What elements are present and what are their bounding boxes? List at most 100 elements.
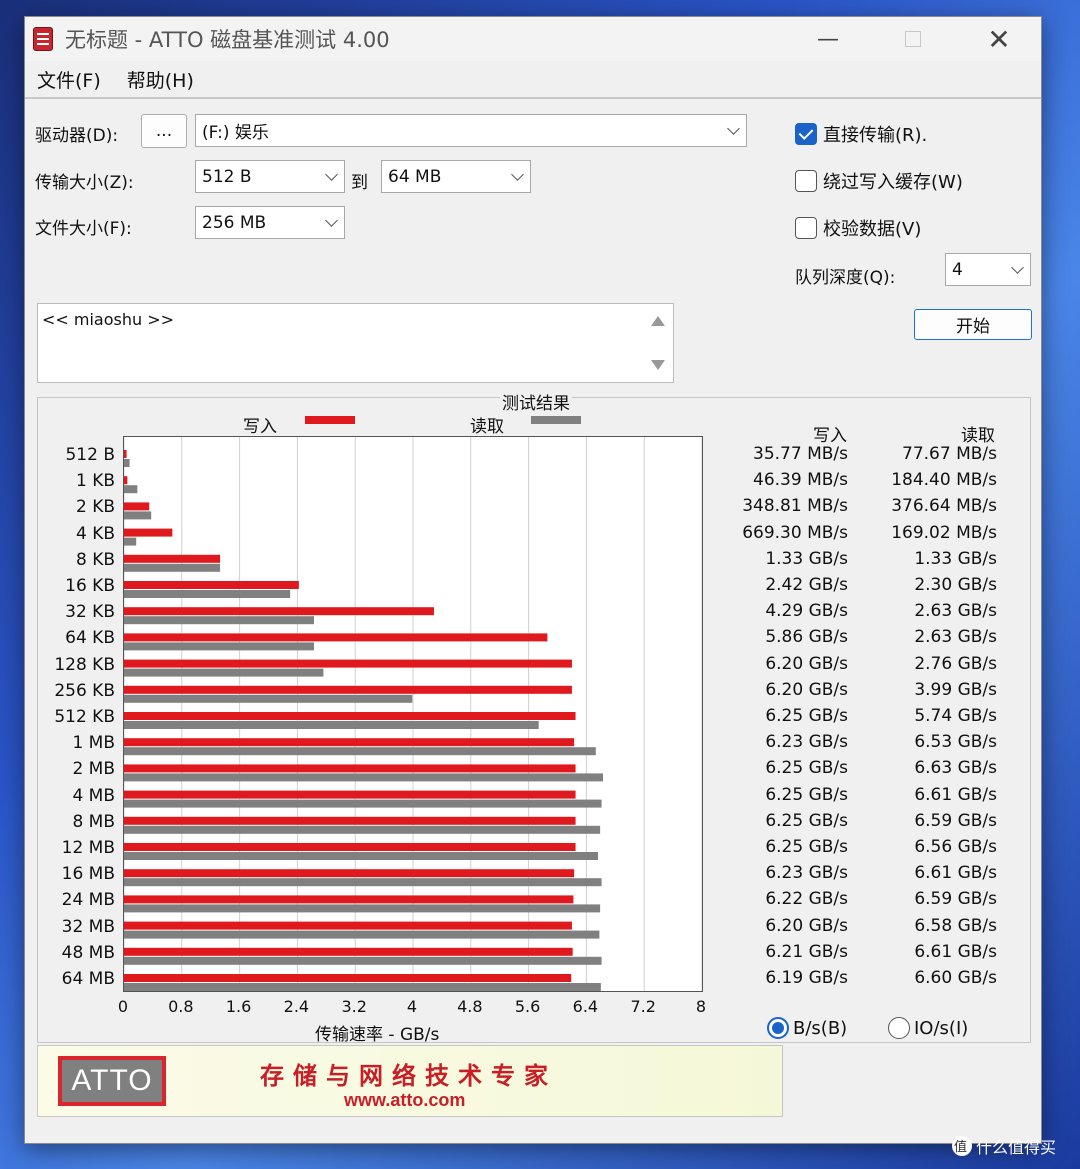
- bypass-cache-checkbox[interactable]: [795, 170, 817, 192]
- x-tick-label: 5.6: [514, 997, 541, 1016]
- file-size-label: 文件大小(F):: [35, 219, 132, 239]
- write-value: 46.39 MB/s: [753, 470, 848, 491]
- write-value: 1.33 GB/s: [765, 548, 848, 569]
- minimize-button[interactable]: —: [800, 17, 856, 61]
- iops-option[interactable]: IO/s(I): [888, 1017, 968, 1039]
- start-button[interactable]: 开始: [914, 309, 1032, 340]
- results-title: 测试结果: [500, 389, 572, 414]
- menu-bar: 文件(F) 帮助(H): [25, 61, 1041, 99]
- x-tick-label: 4: [406, 997, 418, 1016]
- maximize-button[interactable]: [885, 17, 941, 61]
- verify-data-option[interactable]: 校验数据(V): [795, 215, 921, 241]
- write-bar-512kb: [124, 712, 576, 720]
- transfer-from-select[interactable]: 512 B: [195, 160, 345, 193]
- write-bar-64mb: [124, 974, 572, 982]
- title-bar[interactable]: 无标题 - ATTO 磁盘基准测试 4.00 — ✕: [25, 17, 1041, 61]
- write-value: 6.21 GB/s: [765, 941, 848, 962]
- write-value: 6.20 GB/s: [765, 679, 848, 700]
- read-bar-12mb: [124, 852, 598, 860]
- write-value: 4.29 GB/s: [765, 601, 848, 622]
- write-bar-512b: [124, 450, 127, 458]
- transfer-to-select[interactable]: 64 MB: [381, 160, 531, 193]
- y-tick-label: 64 MB: [61, 969, 115, 989]
- file-size-select[interactable]: 256 MB: [195, 206, 345, 239]
- watermark-text: 什么值得买: [976, 1138, 1057, 1157]
- bypass-cache-option[interactable]: 绕过写入缓存(W): [795, 168, 963, 194]
- read-bar-64mb: [124, 983, 601, 991]
- read-bar-48mb: [124, 956, 602, 965]
- bps-label: B/s(B): [793, 1017, 848, 1039]
- y-tick-label: 256 KB: [54, 680, 115, 701]
- write-value: 6.19 GB/s: [765, 968, 848, 988]
- y-tick-label: 4 MB: [72, 785, 115, 806]
- x-tick-label: 0: [117, 997, 129, 1016]
- y-tick-label: 2 MB: [72, 759, 115, 780]
- read-bar-16kb: [124, 590, 291, 598]
- read-value: 6.60 GB/s: [914, 968, 997, 988]
- y-tick-label: 32 KB: [65, 602, 115, 623]
- close-button[interactable]: ✕: [971, 17, 1027, 61]
- bps-radio[interactable]: [767, 1017, 789, 1039]
- read-bar-2mb: [124, 773, 604, 782]
- atto-logo: ATTO: [58, 1056, 166, 1106]
- maximize-icon: [905, 31, 921, 47]
- scroll-down-icon[interactable]: [651, 360, 665, 370]
- verify-data-checkbox[interactable]: [795, 217, 817, 239]
- write-bar-128kb: [124, 659, 572, 668]
- description-textarea[interactable]: << miaoshu >>: [37, 303, 674, 383]
- drive-select[interactable]: (F:) 娱乐: [195, 114, 747, 147]
- legend-read-label: 读取: [470, 417, 504, 437]
- read-bar-16mb: [124, 878, 602, 887]
- direct-io-option[interactable]: 直接传输(R).: [795, 121, 927, 147]
- atto-banner[interactable]: ATTO 存储与网络技术专家 www.atto.com: [37, 1045, 783, 1117]
- y-tick-label: 1 KB: [75, 471, 115, 492]
- read-value: 3.99 GB/s: [914, 679, 997, 700]
- chevron-down-icon: [1004, 254, 1030, 285]
- queue-depth-select[interactable]: 4: [945, 253, 1031, 286]
- write-bar-12mb: [124, 843, 576, 851]
- scroll-up-icon[interactable]: [651, 316, 665, 326]
- y-tick-label: 32 MB: [61, 916, 115, 937]
- chevron-down-icon: [504, 161, 530, 192]
- bps-option[interactable]: B/s(B): [767, 1017, 847, 1039]
- y-tick-label: 16 KB: [65, 576, 115, 596]
- write-value: 6.22 GB/s: [765, 889, 848, 910]
- iops-radio[interactable]: [888, 1017, 910, 1039]
- write-value: 6.23 GB/s: [765, 732, 848, 753]
- banner-url[interactable]: www.atto.com: [344, 1090, 465, 1111]
- read-value: 6.59 GB/s: [914, 810, 997, 831]
- write-bar-1mb: [124, 738, 575, 747]
- y-tick-label: 512 KB: [54, 707, 115, 727]
- x-tick-label: 2.4: [283, 997, 310, 1016]
- direct-io-checkbox[interactable]: [795, 123, 817, 145]
- throughput-chart: [123, 436, 703, 992]
- read-value: 6.61 GB/s: [914, 784, 997, 805]
- write-value: 6.20 GB/s: [765, 915, 848, 936]
- x-tick-label: 0.8: [168, 997, 194, 1016]
- menu-file[interactable]: 文件(F): [37, 66, 101, 93]
- write-bar-2kb: [124, 502, 150, 511]
- read-value: 6.56 GB/s: [914, 837, 997, 857]
- browse-button[interactable]: ...: [141, 114, 187, 148]
- write-column-header: 写入: [813, 426, 847, 446]
- to-label: 到: [351, 173, 368, 193]
- chevron-down-icon: [720, 115, 746, 146]
- read-bar-2kb: [124, 511, 152, 520]
- direct-io-label: 直接传输(R).: [823, 125, 928, 146]
- y-tick-label: 12 MB: [61, 838, 115, 858]
- y-tick-label: 512 B: [65, 445, 115, 465]
- read-bar-32mb: [124, 930, 600, 939]
- read-value: 376.64 MB/s: [891, 496, 997, 517]
- chevron-down-icon: [318, 207, 344, 238]
- read-bar-4mb: [124, 799, 602, 808]
- read-value: 6.63 GB/s: [914, 758, 997, 779]
- drive-label: 驱动器(D):: [35, 126, 119, 146]
- window-title: 无标题 - ATTO 磁盘基准测试 4.00: [65, 28, 390, 52]
- smzdm-logo-icon: [952, 1136, 972, 1156]
- y-tick-label: 128 KB: [54, 654, 115, 675]
- menu-help[interactable]: 帮助(H): [127, 66, 194, 93]
- read-value: 1.33 GB/s: [914, 548, 997, 569]
- write-bar-2mb: [124, 764, 576, 773]
- transfer-from-value: 512 B: [202, 166, 252, 187]
- write-bar-256kb: [124, 685, 572, 694]
